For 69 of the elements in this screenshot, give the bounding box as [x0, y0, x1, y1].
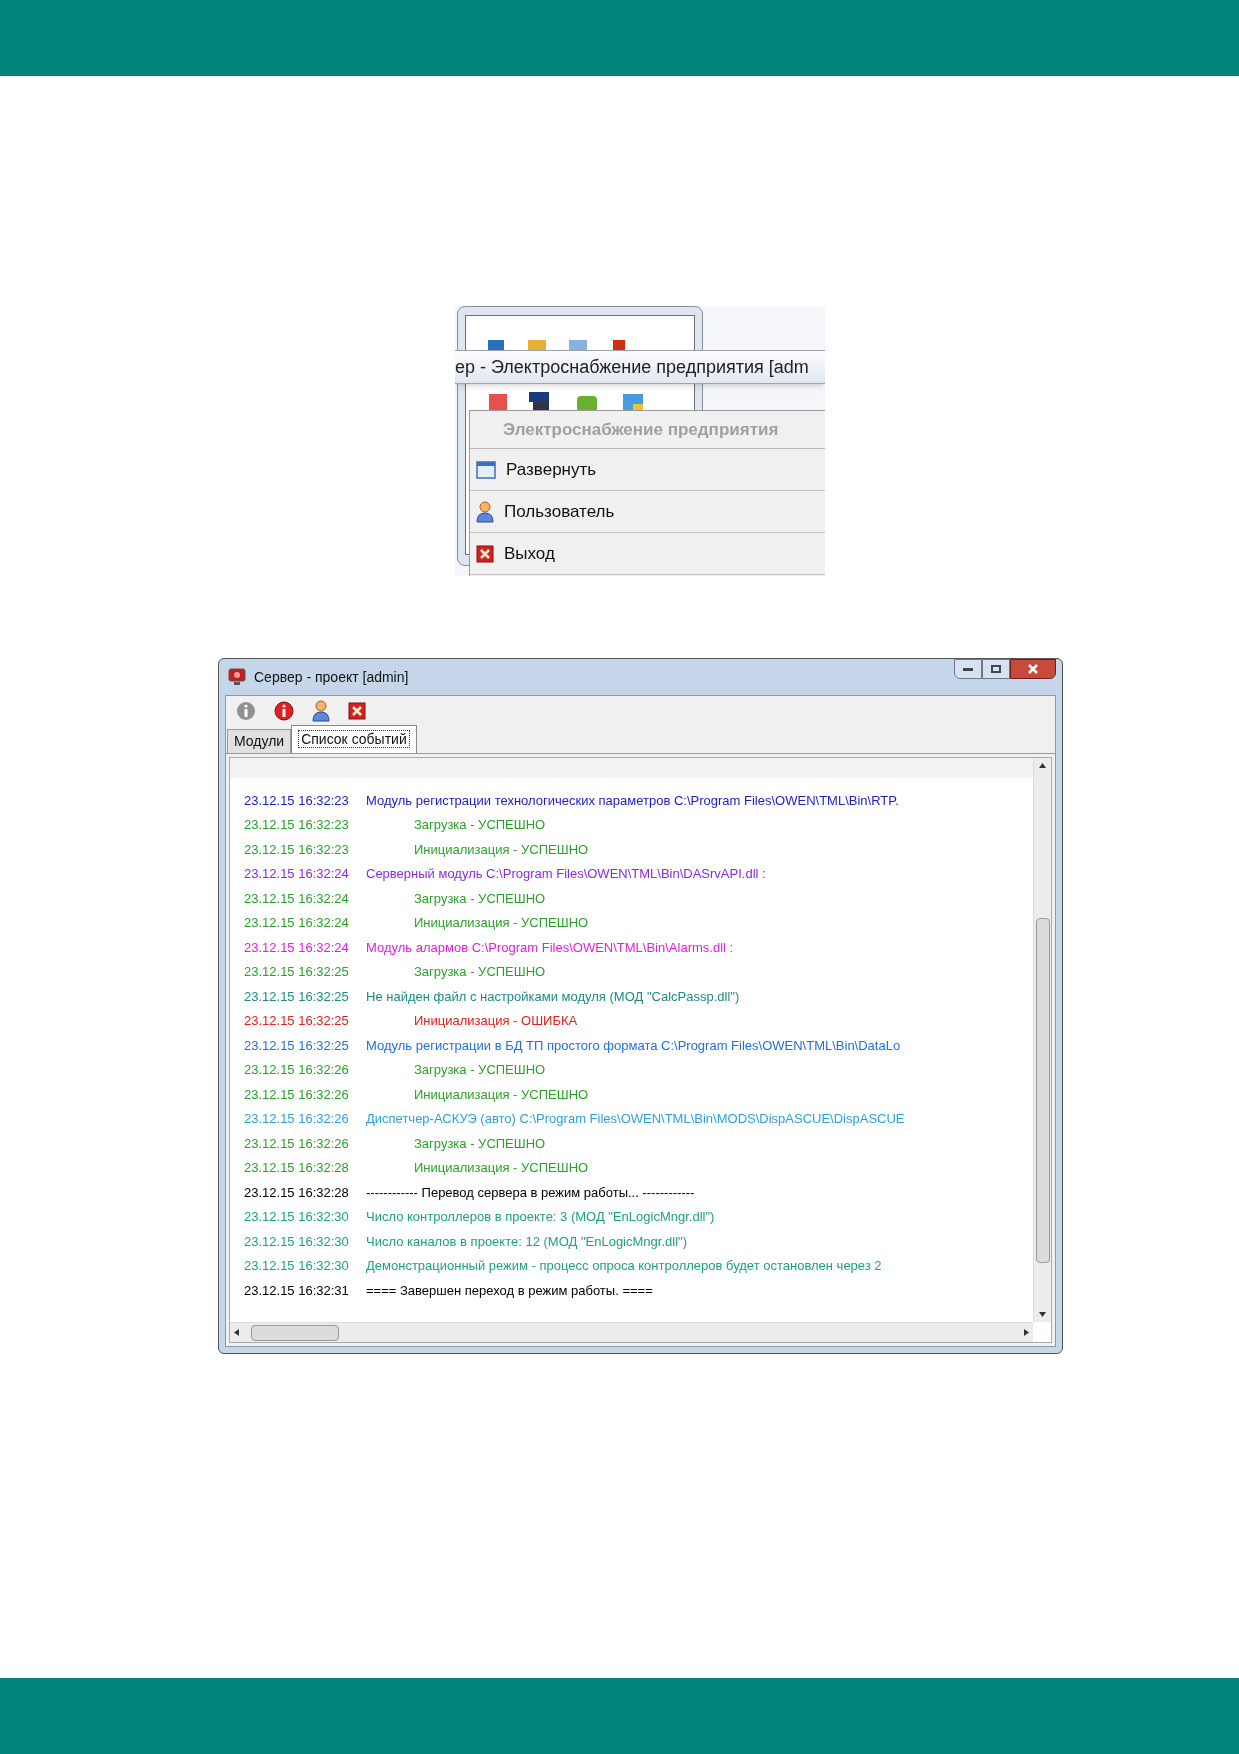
- scroll-right-arrow-icon[interactable]: [1024, 1329, 1029, 1336]
- monitor-icon: [228, 668, 246, 686]
- event-message: Загрузка - УСПЕШНО: [413, 889, 546, 908]
- event-message: Инициализация - УСПЕШНО: [413, 914, 589, 932]
- event-time: 23.12.15 16:32:25: [244, 963, 350, 981]
- event-message: Модуль алармов C:\Program Files\OWEN\TML\Bin\Alarms.dll :: [366, 938, 734, 957]
- menu-header: Электроснабжение предприятия: [470, 411, 825, 449]
- event-message: Число контроллеров в проекте: 3 (МОД "EnLogicMngr.dll"): [366, 1208, 715, 1226]
- event-message: Загрузка - УСПЕШНО: [413, 963, 546, 981]
- event-message: Инициализация - УСПЕШНО: [413, 840, 589, 859]
- user-icon: [312, 700, 330, 722]
- close-icon: [476, 544, 494, 563]
- event-time: 23.12.15 16:32:23: [244, 791, 350, 810]
- event-time: 23.12.15 16:32:23: [244, 816, 350, 834]
- close-icon: [348, 702, 366, 720]
- window-title: ер - Электроснабжение предприятия [adm: [455, 355, 809, 379]
- event-time: 23.12.15 16:32:30: [244, 1208, 350, 1226]
- event-time: 23.12.15 16:32:25: [244, 987, 350, 1006]
- event-time: 23.12.15 16:32:30: [244, 1257, 350, 1275]
- scroll-left-arrow-icon[interactable]: [234, 1329, 239, 1336]
- event-time: 23.12.15 16:32:24: [244, 889, 350, 908]
- event-message: Демонстрационный режим - процесс опроса контроллеров будет остановлен через 2: [366, 1257, 882, 1275]
- event-time: 23.12.15 16:32:24: [244, 865, 350, 883]
- event-message: ------------ Перевод сервера в режим работы... ------------: [366, 1183, 695, 1202]
- event-message: Загрузка - УСПЕШНО: [413, 1134, 546, 1153]
- event-time: 23.12.15 16:32:30: [244, 1232, 350, 1251]
- event-time: 23.12.15 16:32:25: [244, 1012, 350, 1030]
- event-message: Инициализация - ОШИБКА: [413, 1012, 578, 1030]
- event-time: 23.12.15 16:32:28: [244, 1159, 350, 1177]
- window-icon: [476, 460, 496, 479]
- menu-item[interactable]: Пользователь: [470, 491, 825, 533]
- event-time: 23.12.15 16:32:23: [244, 840, 350, 859]
- event-message: Инициализация - УСПЕШНО: [413, 1159, 589, 1177]
- tab[interactable]: Модули: [227, 729, 292, 753]
- info-icon[interactable]: [274, 701, 294, 721]
- event-message: Загрузка - УСПЕШНО: [413, 1061, 546, 1079]
- event-message: ==== Завершен переход в режим работы. ====: [366, 1281, 653, 1300]
- scroll-thumb[interactable]: [1035, 918, 1050, 1263]
- event-time: 23.12.15 16:32:31: [244, 1281, 350, 1300]
- event-message: Диспетчер-АСКУЭ (авто) C:\Program Files\OWEN\TML\Bin\MODS\DispASCUE\DispASCUE: [366, 1110, 905, 1128]
- event-time: 23.12.15 16:32:25: [244, 1036, 350, 1055]
- horizontal-scrollbar[interactable]: [230, 1322, 1033, 1342]
- event-message: Не найден файл с настройками модуля (МОД "CalcPassp.dll"): [366, 987, 740, 1006]
- scroll-thumb[interactable]: [251, 1324, 339, 1341]
- minimize-button[interactable]: [954, 659, 982, 679]
- event-time: 23.12.15 16:32:26: [244, 1061, 350, 1079]
- menu-item[interactable]: Развернуть: [470, 449, 825, 491]
- event-time: 23.12.15 16:32:26: [244, 1134, 350, 1153]
- event-time: 23.12.15 16:32:24: [244, 914, 350, 932]
- user-icon: [476, 500, 494, 523]
- maximize-button[interactable]: [982, 659, 1010, 679]
- event-message: Инициализация - УСПЕШНО: [413, 1085, 589, 1104]
- menu-item[interactable]: Выход: [470, 533, 825, 575]
- event-message: Модуль регистрации технологических параметров C:\Program Files\OWEN\TML\Bin\RTP.: [366, 791, 899, 810]
- scroll-down-arrow-icon[interactable]: [1039, 1312, 1046, 1317]
- close-icon: [1028, 664, 1038, 674]
- event-time: 23.12.15 16:32:26: [244, 1110, 350, 1128]
- tab[interactable]: Список событий: [291, 725, 417, 753]
- event-message: Число каналов в проекте: 12 (МОД "EnLogicMngr.dll"): [366, 1232, 687, 1251]
- close-button[interactable]: [1010, 659, 1056, 679]
- event-time: 23.12.15 16:32:24: [244, 938, 350, 957]
- vertical-scrollbar[interactable]: [1033, 758, 1051, 1322]
- event-time: 23.12.15 16:32:28: [244, 1183, 350, 1202]
- scroll-up-arrow-icon[interactable]: [1039, 763, 1046, 768]
- event-time: 23.12.15 16:32:26: [244, 1085, 350, 1104]
- event-message: Загрузка - УСПЕШНО: [413, 816, 546, 834]
- event-message: Серверный модуль C:\Program Files\OWEN\TML\Bin\DASrvAPI.dll :: [366, 865, 766, 883]
- window-title: Сервер - проект [admin]: [254, 667, 409, 687]
- event-message: Модуль регистрации в БД ТП простого формата C:\Program Files\OWEN\TML\Bin\DataLo: [366, 1036, 901, 1055]
